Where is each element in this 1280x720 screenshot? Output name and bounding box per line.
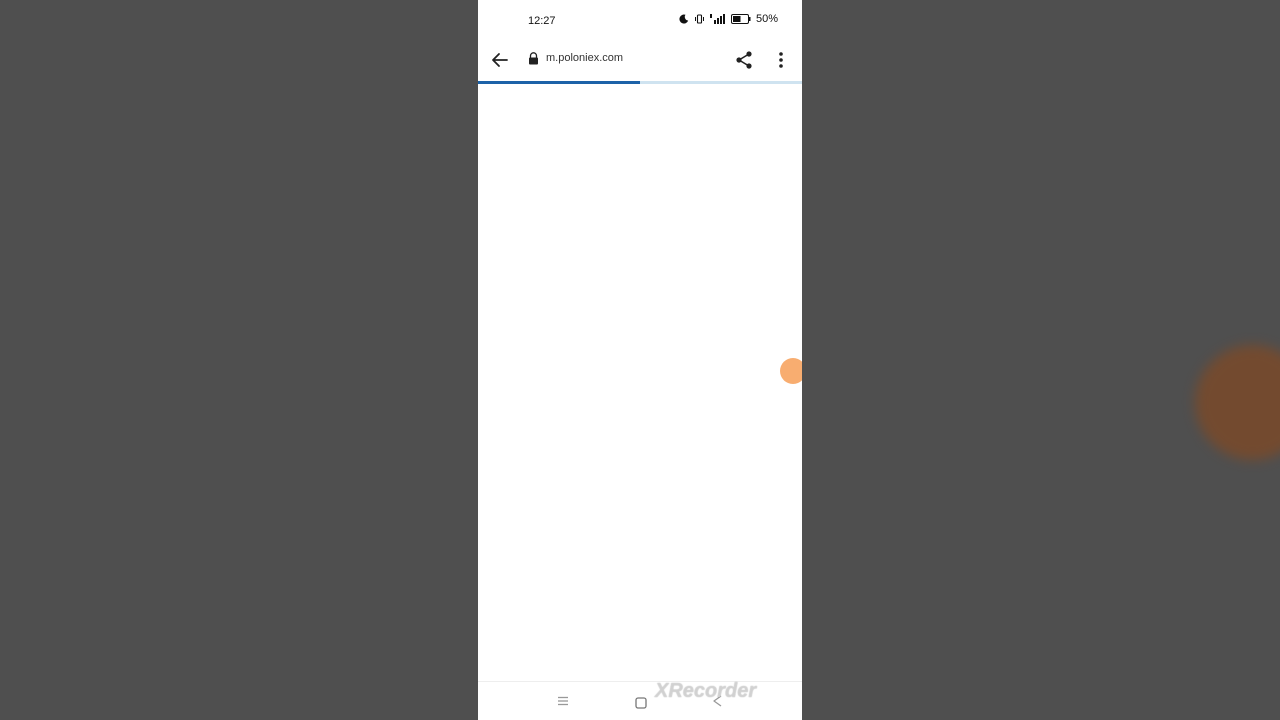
battery-percent: 50% xyxy=(755,13,778,25)
vibrate-icon xyxy=(694,14,705,24)
recents-icon xyxy=(558,696,568,706)
status-bar: 12:27 50% xyxy=(478,0,802,40)
back-button[interactable] xyxy=(488,48,512,72)
more-options-button[interactable] xyxy=(772,48,790,72)
more-vert-icon xyxy=(779,52,783,68)
status-time: 12:27 xyxy=(528,15,556,27)
background-blur-blob xyxy=(1195,345,1280,460)
browser-toolbar: m.poloniex.com xyxy=(478,40,802,80)
share-icon xyxy=(736,51,752,69)
moon-icon xyxy=(679,14,689,24)
phone-screen: 12:27 50% m.poloniex.com xyxy=(478,0,802,720)
home-icon xyxy=(635,697,647,709)
share-button[interactable] xyxy=(732,48,756,72)
web-content-area[interactable] xyxy=(478,84,802,681)
signal-icon xyxy=(709,14,726,24)
status-icons: 50% xyxy=(679,13,778,25)
lock-icon xyxy=(528,52,539,70)
touch-indicator xyxy=(780,358,802,384)
battery-icon xyxy=(730,14,751,24)
recents-button[interactable] xyxy=(556,694,570,713)
back-arrow-icon xyxy=(492,53,508,67)
url-text[interactable]: m.poloniex.com xyxy=(546,52,623,64)
home-button[interactable] xyxy=(635,696,647,714)
recorder-watermark: XRecorder xyxy=(655,680,757,702)
